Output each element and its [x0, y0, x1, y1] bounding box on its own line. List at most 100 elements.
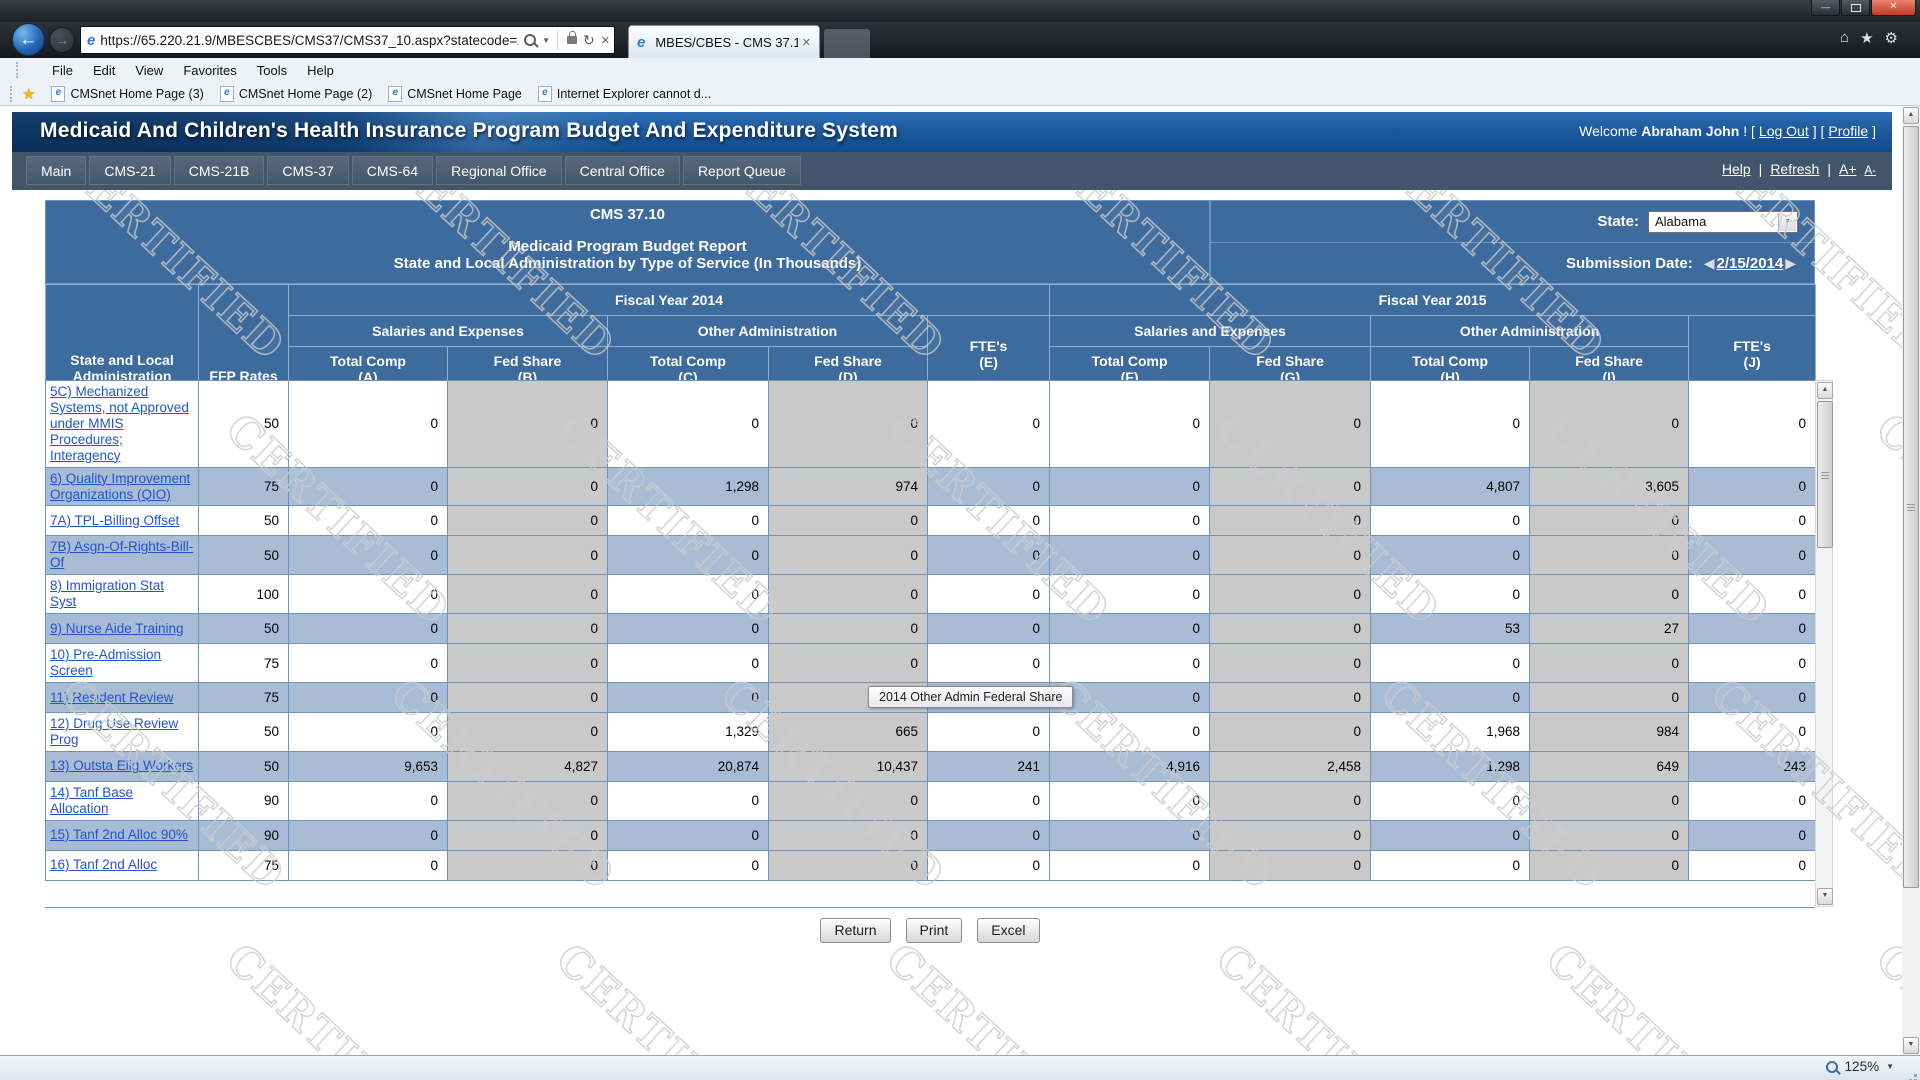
ffp-rate-cell: 75: [199, 850, 289, 880]
excel-button[interactable]: Excel: [977, 918, 1039, 943]
readonly-fed-share-cell: 2,458: [1210, 751, 1371, 781]
row-label-link[interactable]: 12) Drug Use Review Prog: [50, 716, 178, 747]
table-row: 14) Tanf Base Allocation900000000000: [46, 781, 1816, 820]
address-bar[interactable]: e https://65.220.21.9/MBESCBES/CMS37/CMS…: [80, 26, 615, 54]
search-icon[interactable]: [524, 34, 536, 46]
report-controls: State: Alabama ▼ Submission Date: ◀ 2/15…: [1210, 200, 1815, 284]
nav-tab-central-office[interactable]: Central Office: [565, 156, 680, 185]
table-row: 16) Tanf 2nd Alloc750000000000: [46, 850, 1816, 880]
menu-file[interactable]: File: [42, 63, 83, 78]
favorite-label: Internet Explorer cannot d...: [557, 87, 711, 101]
tab-close-icon[interactable]: ✕: [802, 36, 811, 49]
row-label-link[interactable]: 10) Pre-Admission Screen: [50, 647, 161, 678]
ffp-rate-cell: 90: [199, 820, 289, 850]
maximize-button[interactable]: [1841, 0, 1870, 16]
nav-tab-cms64[interactable]: CMS-64: [352, 156, 433, 185]
select-caret-icon[interactable]: ▼: [1778, 213, 1796, 231]
table-row: 7B) Asgn-Of-Rights-Bill-Of500000000000: [46, 536, 1816, 575]
nav-tab-cms21[interactable]: CMS-21: [89, 156, 170, 185]
favorite-item[interactable]: e Internet Explorer cannot d...: [530, 86, 719, 102]
row-label-link[interactable]: 7A) TPL-Billing Offset: [50, 513, 179, 528]
resize-grip[interactable]: [1914, 1074, 1917, 1077]
value-cell: 0: [289, 467, 448, 506]
nav-tab-cms37[interactable]: CMS-37: [267, 156, 348, 185]
readonly-fed-share-cell: 0: [1210, 575, 1371, 614]
nav-tab-cms21b[interactable]: CMS-21B: [174, 156, 265, 185]
group-other-admin-2015: Other Administration: [1371, 316, 1689, 347]
row-label-link[interactable]: 15) Tanf 2nd Alloc 90%: [50, 827, 188, 842]
row-label-link[interactable]: 11) Resident Review: [50, 690, 174, 705]
menu-tools[interactable]: Tools: [247, 63, 297, 78]
stop-icon[interactable]: ✕: [601, 34, 610, 47]
value-cell: 0: [608, 381, 769, 468]
refresh-link[interactable]: Refresh: [1770, 161, 1819, 177]
favorite-item[interactable]: e CMSnet Home Page (3): [43, 86, 211, 102]
menu-help[interactable]: Help: [297, 63, 344, 78]
row-label-link[interactable]: 8) Immigration Stat Syst: [50, 578, 164, 609]
favorite-item[interactable]: e CMSnet Home Page (2): [212, 86, 380, 102]
menu-edit[interactable]: Edit: [83, 63, 125, 78]
favorite-item[interactable]: e CMSnet Home Page: [380, 86, 530, 102]
welcome-prefix: Welcome: [1579, 123, 1637, 139]
return-button[interactable]: Return: [820, 918, 890, 943]
value-cell: 0: [1689, 381, 1816, 468]
row-label-link[interactable]: 6) Quality Improvement Organizations (QI…: [50, 471, 190, 502]
table-scrollbar-thumb[interactable]: [1817, 401, 1833, 548]
row-label-link[interactable]: 5C) Mechanized Systems, not Approved und…: [50, 384, 189, 463]
table-scrollbar[interactable]: ▲ ▼: [1815, 380, 1833, 907]
row-label-link[interactable]: 9) Nurse Aide Training: [50, 621, 184, 636]
row-label-link[interactable]: 13) Outsta Elig Workers: [50, 758, 193, 773]
report-code: CMS 37.10: [46, 206, 1209, 223]
window-scrollbar-thumb[interactable]: [1903, 126, 1919, 888]
font-increase-link[interactable]: A+: [1839, 161, 1857, 177]
table-row: 6) Quality Improvement Organizations (QI…: [46, 467, 1816, 506]
nav-tab-report-queue[interactable]: Report Queue: [683, 156, 801, 185]
browser-tab[interactable]: e MBES/CBES - CMS 37.10 ✕: [628, 25, 820, 58]
value-cell: 0: [1689, 644, 1816, 683]
value-cell: 0: [928, 781, 1050, 820]
minimize-button[interactable]: —: [1811, 0, 1840, 16]
add-favorite-icon[interactable]: ★: [22, 85, 35, 103]
row-label-link[interactable]: 7B) Asgn-Of-Rights-Bill-Of: [50, 539, 193, 570]
print-button[interactable]: Print: [906, 918, 963, 943]
window-scroll-up-icon[interactable]: ▲: [1903, 107, 1919, 124]
menu-view[interactable]: View: [125, 63, 173, 78]
submission-date-link[interactable]: 2/15/2014: [1716, 255, 1783, 272]
menu-favorites[interactable]: Favorites: [173, 63, 246, 78]
zoom-control[interactable]: 125% ▼: [1826, 1059, 1894, 1074]
refresh-page-icon[interactable]: ↻: [583, 32, 595, 49]
ffp-rate-cell: 75: [199, 644, 289, 683]
profile-link[interactable]: Profile: [1828, 123, 1868, 139]
readonly-fed-share-cell: 3,605: [1530, 467, 1689, 506]
prev-date-icon[interactable]: ◀: [1704, 255, 1715, 272]
state-select[interactable]: Alabama ▼: [1648, 211, 1798, 233]
new-tab-stub[interactable]: [824, 29, 870, 58]
home-icon[interactable]: ⌂: [1840, 29, 1849, 47]
favorites-star-icon[interactable]: ★: [1860, 29, 1873, 47]
nav-tab-main[interactable]: Main: [26, 156, 86, 185]
readonly-fed-share-cell: 0: [769, 781, 928, 820]
row-label-link[interactable]: 14) Tanf Base Allocation: [50, 785, 133, 816]
logout-link[interactable]: Log Out: [1759, 123, 1809, 139]
row-label-cell: 15) Tanf 2nd Alloc 90%: [46, 820, 199, 850]
readonly-fed-share-cell: 0: [1210, 644, 1371, 683]
help-link[interactable]: Help: [1722, 161, 1751, 177]
row-label-link[interactable]: 16) Tanf 2nd Alloc: [50, 857, 157, 872]
close-button[interactable]: ✕: [1871, 0, 1916, 16]
settings-gear-icon[interactable]: ⚙: [1885, 29, 1898, 47]
submission-date-label: Submission Date:: [1566, 255, 1693, 272]
address-dropdown-icon[interactable]: ▼: [542, 36, 550, 45]
window-scrollbar[interactable]: ▲ ▼: [1902, 106, 1920, 1055]
zoom-caret-icon[interactable]: ▼: [1886, 1062, 1894, 1071]
window-scroll-down-icon[interactable]: ▼: [1903, 1037, 1919, 1054]
forward-button[interactable]: →: [49, 27, 75, 53]
font-decrease-link[interactable]: A-: [1865, 165, 1877, 177]
table-scroll-up-icon[interactable]: ▲: [1817, 382, 1833, 399]
nav-tab-regional-office[interactable]: Regional Office: [436, 156, 561, 185]
table-scroll-down-icon[interactable]: ▼: [1817, 888, 1833, 905]
next-date-icon[interactable]: ▶: [1785, 255, 1796, 272]
ffp-rate-cell: 90: [199, 781, 289, 820]
url-input[interactable]: https://65.220.21.9/MBESCBES/CMS37/CMS37…: [100, 33, 518, 48]
value-cell: 0: [608, 536, 769, 575]
back-button[interactable]: ←: [12, 23, 45, 56]
